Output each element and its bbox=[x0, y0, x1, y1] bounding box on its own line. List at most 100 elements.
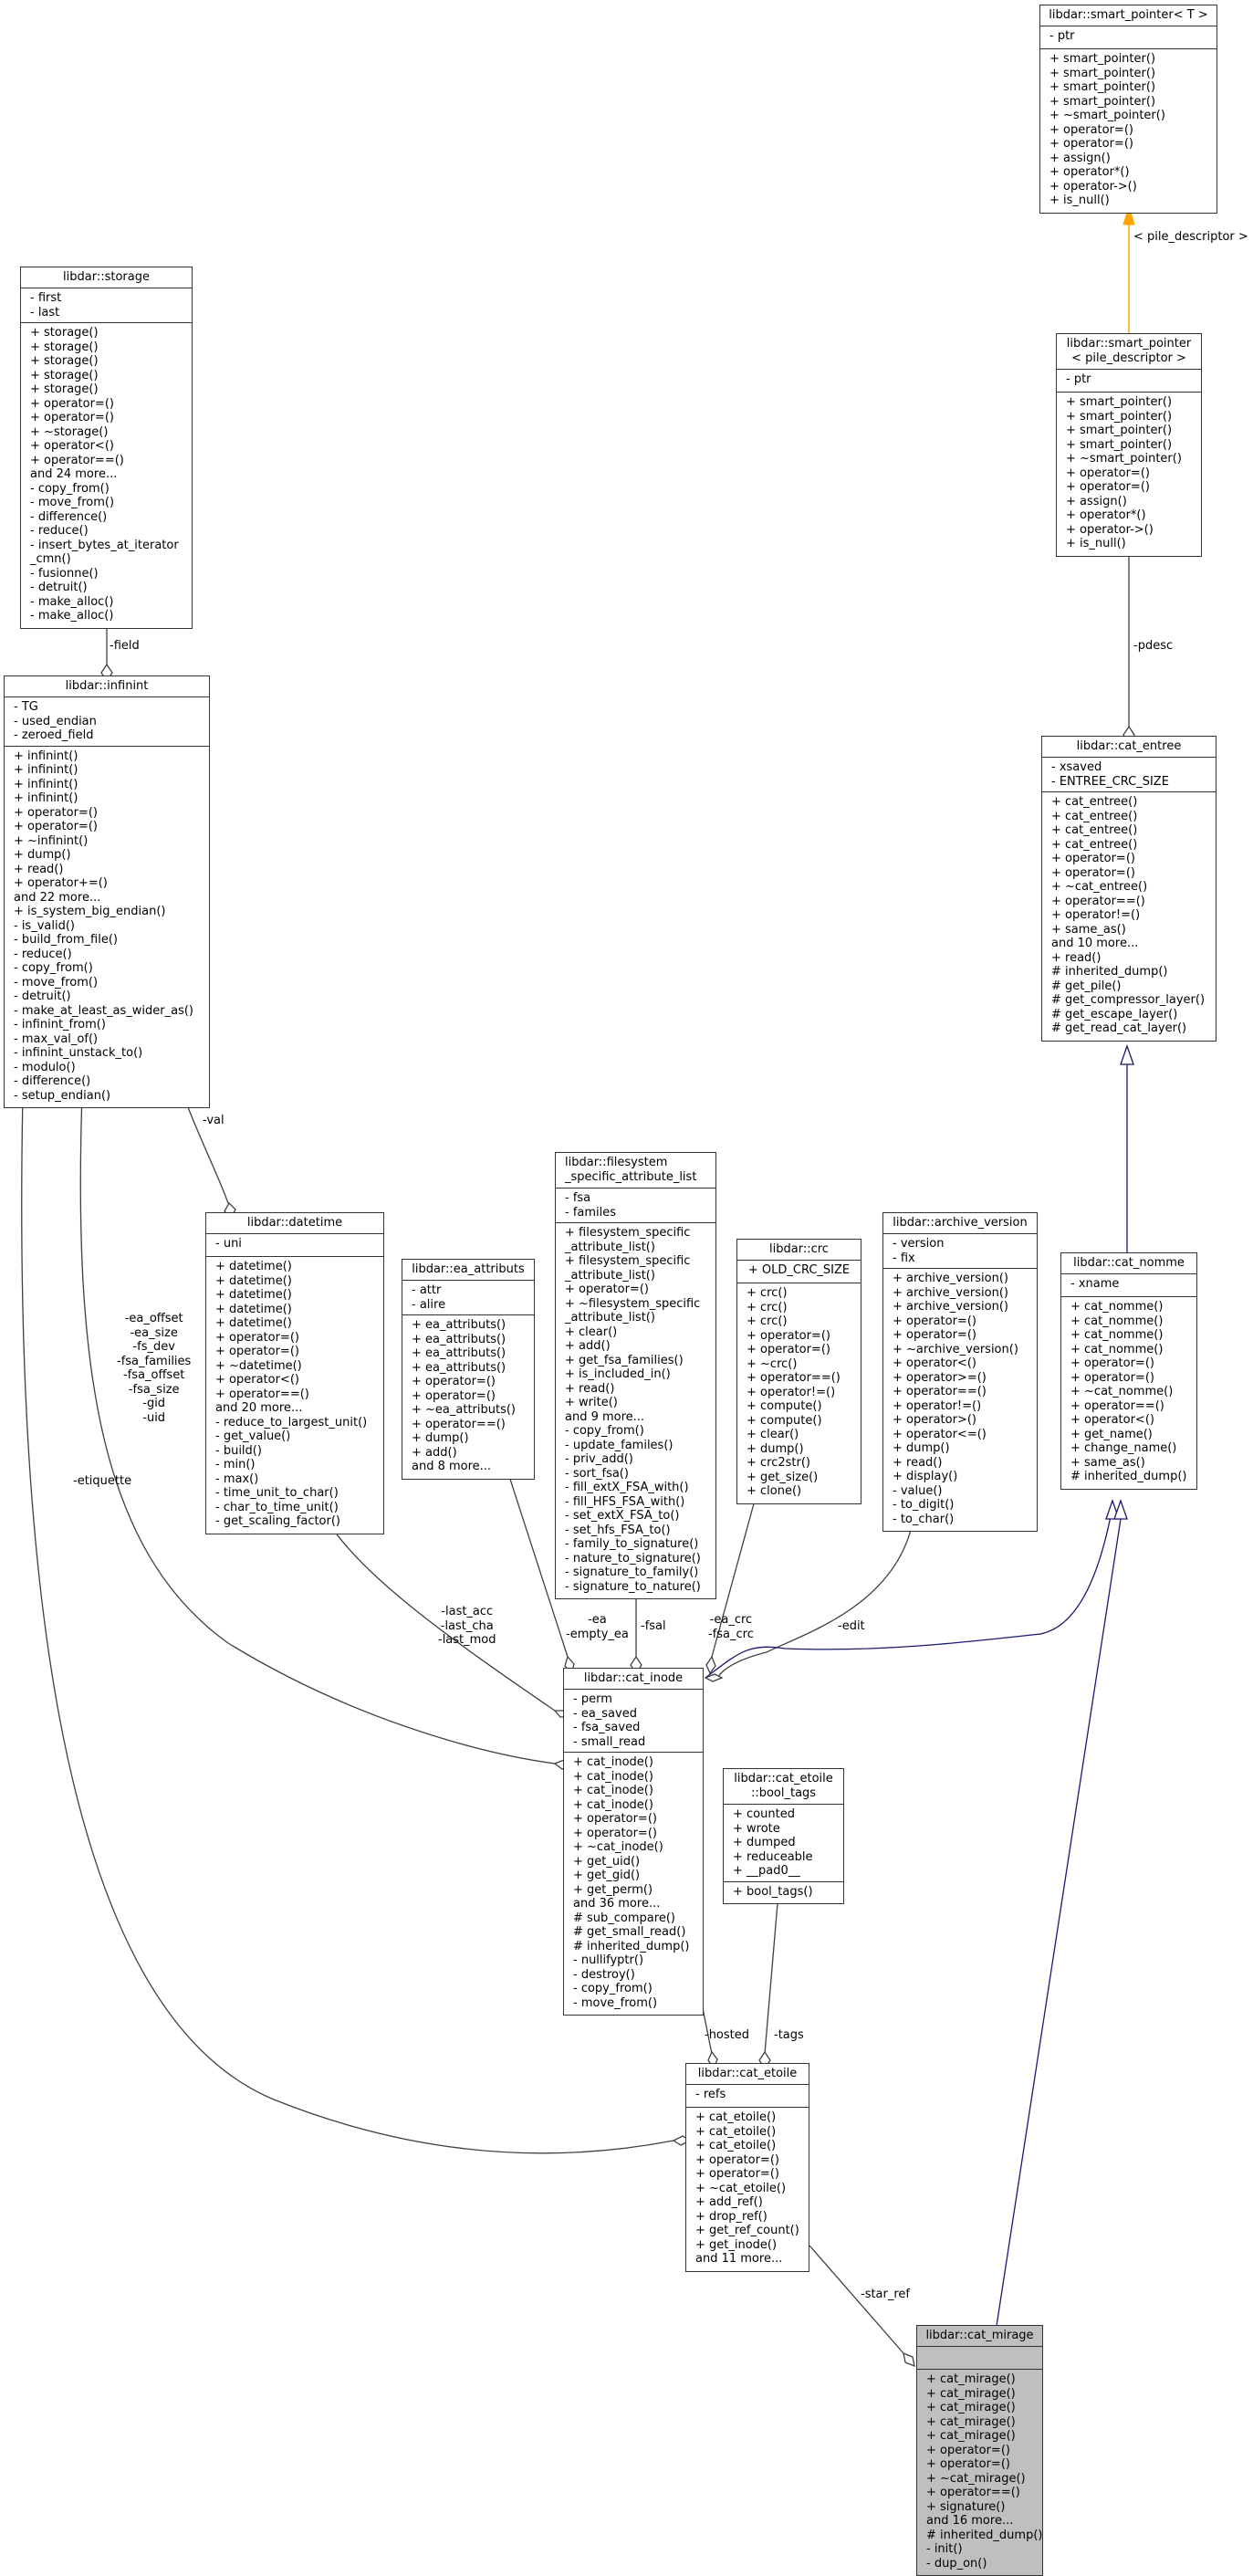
class-member: - infinint_unstack_to() bbox=[14, 1046, 143, 1060]
class-member: - make_alloc() bbox=[30, 594, 114, 609]
edge-label-field: -field bbox=[110, 639, 140, 653]
class-infinint[interactable]: libdar::infinint - TG - used_endian - zero… bbox=[4, 675, 210, 1108]
class-methods: + crc() + crc() + crc() + operator=() + oper… bbox=[737, 1283, 861, 1503]
class-member: + storage() bbox=[30, 340, 99, 354]
class-member: - max() bbox=[215, 1471, 259, 1486]
class-title: libdar::crc bbox=[737, 1240, 861, 1261]
class-member: + ~cat_etoile() bbox=[695, 2181, 787, 2195]
class-member: + smart_pointer() bbox=[1049, 66, 1156, 80]
class-member: + ~filesystem_specific _attribute_list() bbox=[565, 1296, 701, 1325]
class-member: - small_read bbox=[573, 1734, 646, 1749]
class-member: - min() bbox=[215, 1458, 256, 1471]
class-member: + get_ref_count() bbox=[695, 2224, 799, 2237]
class-member: + archive_version() bbox=[893, 1272, 1008, 1285]
class-member: + operator*() bbox=[1066, 508, 1146, 522]
class-title: libdar::storage bbox=[21, 267, 192, 288]
class-member: + storage() bbox=[30, 326, 99, 340]
class-member: + ~storage() bbox=[30, 424, 109, 439]
edge-label-val: -val bbox=[203, 1114, 224, 1127]
class-member: + ~cat_inode() bbox=[573, 1840, 663, 1854]
class-cat-entree[interactable]: libdar::cat_entree - xsaved - ENTREE_CRC_… bbox=[1041, 736, 1216, 1042]
class-archive-version[interactable]: libdar::archive_version - version - fix +… bbox=[882, 1212, 1038, 1532]
class-member: + archive_version() bbox=[893, 1300, 1008, 1314]
class-member: + operator*() bbox=[1049, 165, 1130, 179]
class-member: + cat_mirage() bbox=[926, 2372, 1016, 2386]
class-attributes: - ptr bbox=[1057, 370, 1201, 393]
class-member: + assign() bbox=[1066, 494, 1127, 508]
class-cat-etoile[interactable]: libdar::cat_etoile - refs + cat_etoile()… bbox=[685, 2063, 809, 2272]
class-bool-tags[interactable]: libdar::cat_etoile ::bool_tags + counted… bbox=[723, 1768, 844, 1904]
class-member: - difference() bbox=[14, 1074, 91, 1088]
class-member: + add() bbox=[565, 1339, 611, 1353]
class-member: + dump() bbox=[14, 848, 71, 862]
class-member: + change_name() bbox=[1070, 1441, 1177, 1455]
class-member: + operator>() bbox=[893, 1413, 976, 1427]
class-member: - familes bbox=[565, 1205, 617, 1220]
class-title: libdar::infinint bbox=[5, 676, 209, 697]
class-member: + ~crc() bbox=[747, 1356, 798, 1371]
class-member: + add() bbox=[412, 1445, 457, 1460]
class-member: + same_as() bbox=[1070, 1455, 1145, 1470]
class-member: - sort_fsa() bbox=[565, 1466, 629, 1481]
class-member: + same_as() bbox=[1051, 922, 1126, 937]
class-member: + read() bbox=[1051, 950, 1102, 965]
class-member: - refs bbox=[695, 2088, 726, 2101]
class-crc[interactable]: libdar::crc + OLD_CRC_SIZE + crc() + crc(… bbox=[736, 1239, 861, 1504]
class-member: - build() bbox=[215, 1443, 262, 1458]
class-member: + cat_nomme() bbox=[1070, 1342, 1164, 1356]
class-member: - copy_from() bbox=[30, 481, 110, 496]
class-title: libdar::datetime bbox=[206, 1213, 383, 1234]
class-member: - to_char() bbox=[893, 1512, 955, 1526]
class-member: - alire bbox=[412, 1297, 446, 1312]
class-smart-pointer-pile-descriptor[interactable]: libdar::smart_pointer < pile_descriptor … bbox=[1056, 333, 1202, 557]
class-member: - copy_from() bbox=[565, 1424, 644, 1438]
class-member: + read() bbox=[565, 1381, 615, 1396]
class-member: - reduce() bbox=[30, 524, 89, 538]
class-smart-pointer-t[interactable]: libdar::smart_pointer< T > - ptr + smart… bbox=[1039, 5, 1217, 214]
class-member: + ~cat_mirage() bbox=[926, 2471, 1026, 2486]
class-member: - nullifyptr() bbox=[573, 1953, 644, 1967]
class-member: + operator=() bbox=[30, 411, 114, 424]
class-member: + is_null() bbox=[1049, 194, 1110, 207]
class-methods: + filesystem_specific _attribute_list() +… bbox=[556, 1223, 715, 1598]
class-member: - destroy() bbox=[573, 1967, 635, 1982]
class-attributes bbox=[917, 2347, 1042, 2370]
class-member: - attr bbox=[412, 1283, 442, 1297]
class-member: - difference() bbox=[30, 509, 108, 524]
edge-edit bbox=[716, 1522, 914, 1679]
class-cat-mirage[interactable]: libdar::cat_mirage + cat_mirage() + cat_m… bbox=[916, 2325, 1043, 2576]
edge-label-tags: -tags bbox=[774, 2028, 804, 2042]
class-member: - is_valid() bbox=[14, 918, 75, 933]
class-cat-nomme[interactable]: libdar::cat_nomme - xname + cat_nomme() +… bbox=[1060, 1252, 1197, 1490]
class-attributes: - uni bbox=[206, 1234, 383, 1257]
class-member: + ~cat_nomme() bbox=[1070, 1385, 1174, 1398]
class-member: - ptr bbox=[1049, 29, 1075, 43]
class-methods: + infinint() + infinint() + infinint() + in… bbox=[5, 747, 209, 1108]
class-member: + cat_etoile() bbox=[695, 2110, 777, 2124]
class-member: - last bbox=[30, 305, 60, 319]
class-ea-attributs[interactable]: libdar::ea_attributs - attr - alire + ea_… bbox=[402, 1259, 535, 1480]
class-member: - dup_on() bbox=[926, 2556, 987, 2571]
class-storage[interactable]: libdar::storage - first - last + storage(… bbox=[20, 267, 193, 629]
class-methods: + smart_pointer() + smart_pointer() + smar… bbox=[1057, 393, 1201, 556]
class-member: + cat_mirage() bbox=[926, 2414, 1016, 2429]
class-member: + get_gid() bbox=[573, 1869, 641, 1882]
class-methods: + cat_mirage() + cat_mirage() + cat_mirage… bbox=[917, 2370, 1042, 2575]
class-member: + operator!=() bbox=[893, 1398, 982, 1413]
class-title: libdar::ea_attributs bbox=[402, 1260, 534, 1281]
class-member: + operator<() bbox=[1070, 1413, 1154, 1427]
class-member: + crc() bbox=[747, 1314, 788, 1328]
class-member: + datetime() bbox=[215, 1316, 292, 1330]
class-member: and 20 more... bbox=[215, 1401, 303, 1415]
class-member: + dump() bbox=[893, 1441, 950, 1455]
class-member: + cat_mirage() bbox=[926, 2401, 1016, 2414]
class-methods: + storage() + storage() + storage() + stora… bbox=[21, 323, 192, 628]
class-member: + crc() bbox=[747, 1286, 788, 1300]
class-cat-inode[interactable]: libdar::cat_inode - perm - ea_saved - fsa_… bbox=[563, 1668, 704, 2016]
class-filesystem-specific-attribute-list[interactable]: libdar::filesystem _specific_attribute_l… bbox=[555, 1152, 716, 1599]
class-member: - modulo() bbox=[14, 1060, 76, 1074]
class-member: - TG bbox=[14, 700, 38, 714]
class-member: + smart_pointer() bbox=[1049, 52, 1156, 66]
class-member: + operator==() bbox=[1070, 1398, 1164, 1413]
class-datetime[interactable]: libdar::datetime - uni + datetime() + dat… bbox=[205, 1212, 384, 1534]
